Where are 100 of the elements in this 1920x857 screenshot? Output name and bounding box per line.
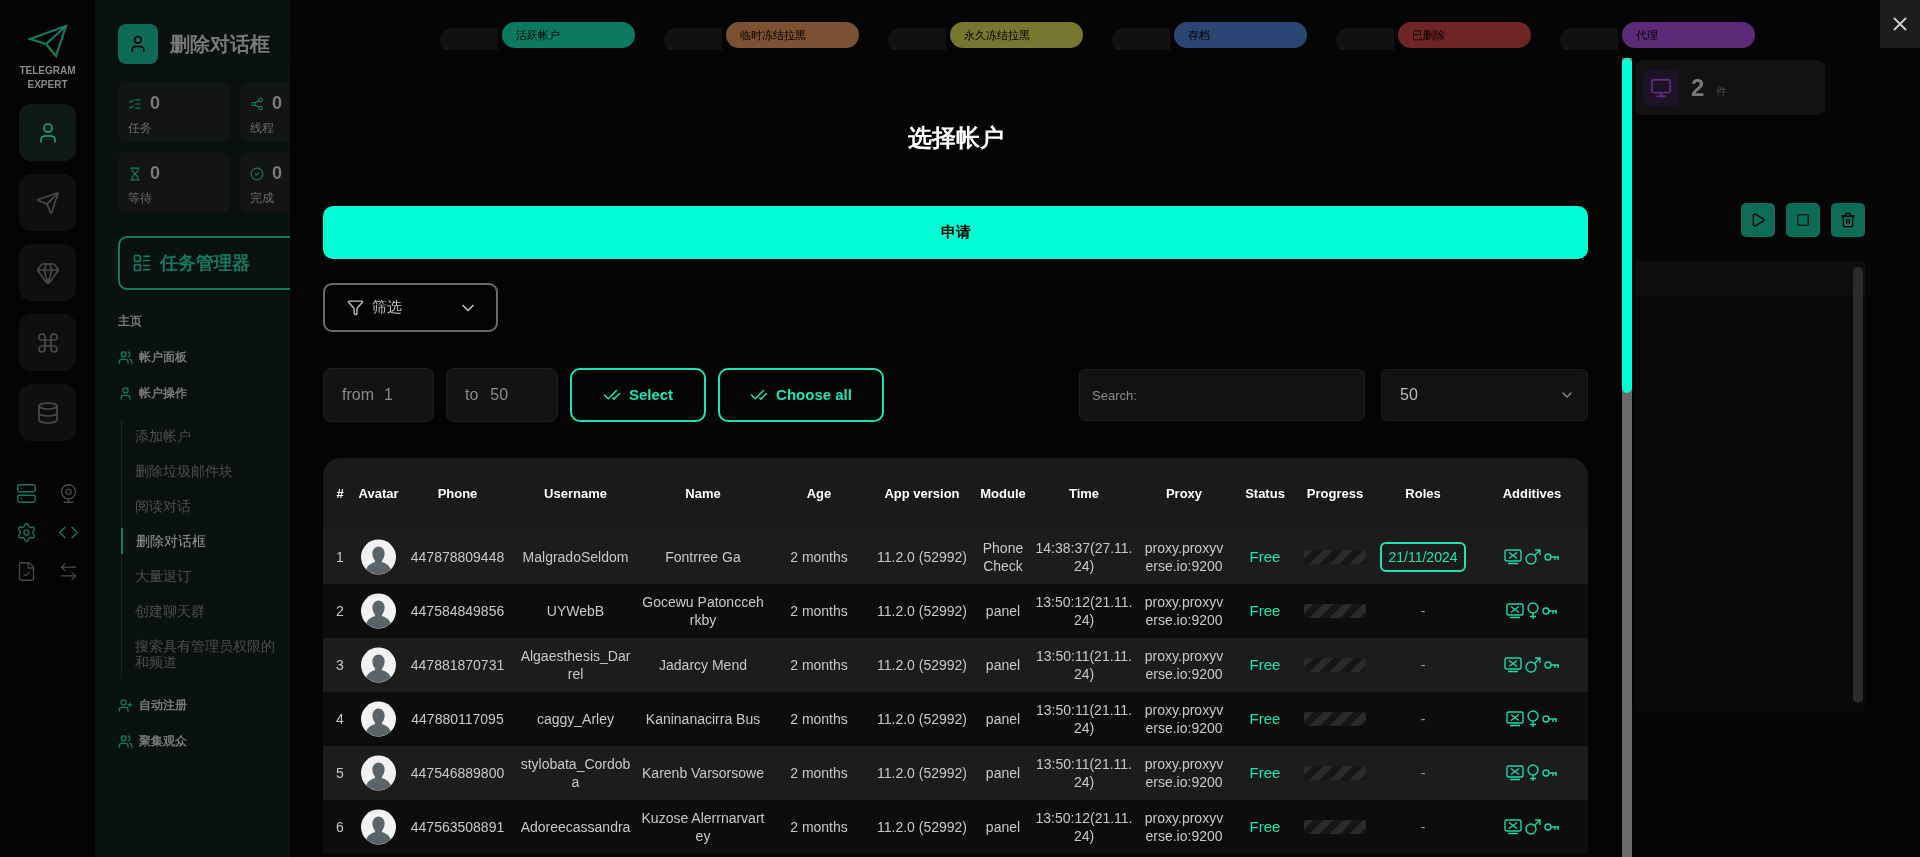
column-header: Time [1068,485,1100,504]
diamond-icon [35,260,60,285]
checklist-icon [128,96,142,111]
menu-group-item[interactable]: 帐户操作 [118,384,290,402]
table-cell: 2 months [790,764,848,782]
key-icon [1544,822,1560,832]
play-button[interactable] [1741,203,1775,237]
choose-all-button[interactable]: Choose all [718,368,884,422]
column-header: Age [806,485,832,504]
table-cell: 14:38:37(27.11.24) [1034,539,1134,575]
select-button[interactable]: Select [570,368,706,422]
submenu-item[interactable]: 创建聊天群 [122,603,290,619]
table-cell: panel [985,818,1021,836]
status-text: Free [1249,764,1281,782]
table-cell: - [1420,656,1426,674]
table-cell-text: 13:50:11(21.11.24) [1035,647,1133,683]
webcam-icon[interactable] [58,483,79,504]
table-cell: Algaesthesis_Darrel [519,647,632,683]
nav-rail-button[interactable] [19,104,76,161]
column-header: Status [1245,485,1285,504]
close-button[interactable] [1880,0,1920,48]
dialog-scrollbar[interactable] [1622,58,1632,857]
nav-rail-button[interactable] [19,384,76,441]
table-cell: 447880117095 [411,710,504,728]
play-icon [1750,212,1766,228]
nav-rail-button[interactable] [19,244,76,301]
status-tab[interactable]: 存档 [1174,22,1307,48]
menu-group-item[interactable]: 帐户面板 [118,348,290,366]
table-cell: 13:50:12(21.11.24) [1034,593,1134,629]
nav-rail-button[interactable] [19,174,76,231]
submenu-item[interactable]: 添加帐户 [122,428,290,444]
submenu-item[interactable]: 删除垃圾邮件块 [122,463,290,479]
table-cell: 11.2.0 (52992) [877,656,967,674]
send-icon [35,190,60,215]
submenu-item[interactable]: 搜索具有管理员权限的 和频道 [122,638,290,670]
table-cell-text: proxy.proxyverse.io:9200 [1143,809,1225,845]
monitor-x-icon [1506,603,1524,619]
page-title: 删除对话框 [170,32,270,57]
range-from-field[interactable]: from 1 [323,368,434,422]
status-text: Free [1249,656,1281,674]
monitor-x-icon [1506,711,1524,727]
table-cell-text: PhoneCheck [981,539,1025,575]
users-icon [118,733,133,749]
stat-value: 0 [150,162,160,185]
scrollbar[interactable] [1853,267,1863,703]
page-size-select[interactable]: 50 [1381,369,1588,421]
table-cell: Jadarcy Mend [659,656,747,674]
nav-rail-button[interactable] [19,314,76,371]
check-circle-icon [250,166,264,181]
table-cell: 11.2.0 (52992) [877,710,967,728]
column-header: App version [884,485,960,504]
key-icon [1544,552,1560,562]
table-cell: 2 months [790,602,848,620]
filter-dropdown[interactable]: 筛选 [323,283,498,332]
status-tab[interactable]: 永久冻结拉黑 [950,22,1083,48]
range-to-field[interactable]: to 50 [446,368,558,422]
swap-icon[interactable] [58,561,79,582]
status-tab[interactable]: 活跃帐户 [502,22,635,48]
status-tab[interactable]: 临时冻结拉黑 [726,22,859,48]
status-text: Free [1249,710,1281,728]
table-cell-text: proxy.proxyverse.io:9200 [1143,539,1225,575]
monitor-x-icon [1506,765,1524,781]
table-cell: stylobata_Cordoba [519,755,632,791]
submenu-item[interactable]: 大量退订 [122,568,290,584]
file-check-icon[interactable] [16,561,37,582]
table-cell: 447563508891 [410,818,505,836]
table-cell: panel [985,764,1021,782]
table-cell: 11.2.0 (52992) [877,764,967,782]
menu-group-item[interactable]: 自动注册 [118,696,290,714]
column-header: Name [685,485,721,504]
monitor-x-icon [1504,819,1522,835]
server-icon[interactable] [16,483,37,504]
table-cell-text: Gocewu Patonccehrkby [641,593,765,629]
table-cell: Adoreecassandra [520,818,631,836]
user-plus-icon [118,697,133,713]
table-cell: Fontrree Ga [665,548,741,566]
table-cell: 6 [336,818,344,836]
table-cell-text: proxy.proxyverse.io:9200 [1143,593,1225,629]
search-field[interactable]: Search: [1079,369,1365,421]
submenu-item[interactable]: 阅读对话 [122,498,290,514]
table-cell: 5 [336,764,344,782]
delete-button[interactable] [1831,203,1865,237]
column-header: Roles [1405,485,1441,504]
table-cell: 2 months [790,710,848,728]
apply-button[interactable]: 申请 [323,206,1588,259]
menu-group-item[interactable]: 聚集观众 [118,732,290,750]
monitor-x-icon [1504,549,1522,565]
stat-value: 0 [272,92,282,115]
table-cell-text: proxy.proxyverse.io:9200 [1143,755,1225,791]
avatar-silhouette [361,807,396,847]
key-icon [1544,660,1560,670]
stat-value: 0 [272,162,282,185]
settings-icon[interactable] [16,522,37,543]
stat-label: 任务 [128,120,153,137]
table-cell: 4 [336,710,344,728]
stop-button[interactable] [1786,203,1820,237]
stat-value: 0 [150,92,160,115]
table-cell: 2 months [790,548,848,566]
status-text: Free [1249,818,1281,836]
logo-text: TELEGRAM EXPERT [19,64,76,92]
